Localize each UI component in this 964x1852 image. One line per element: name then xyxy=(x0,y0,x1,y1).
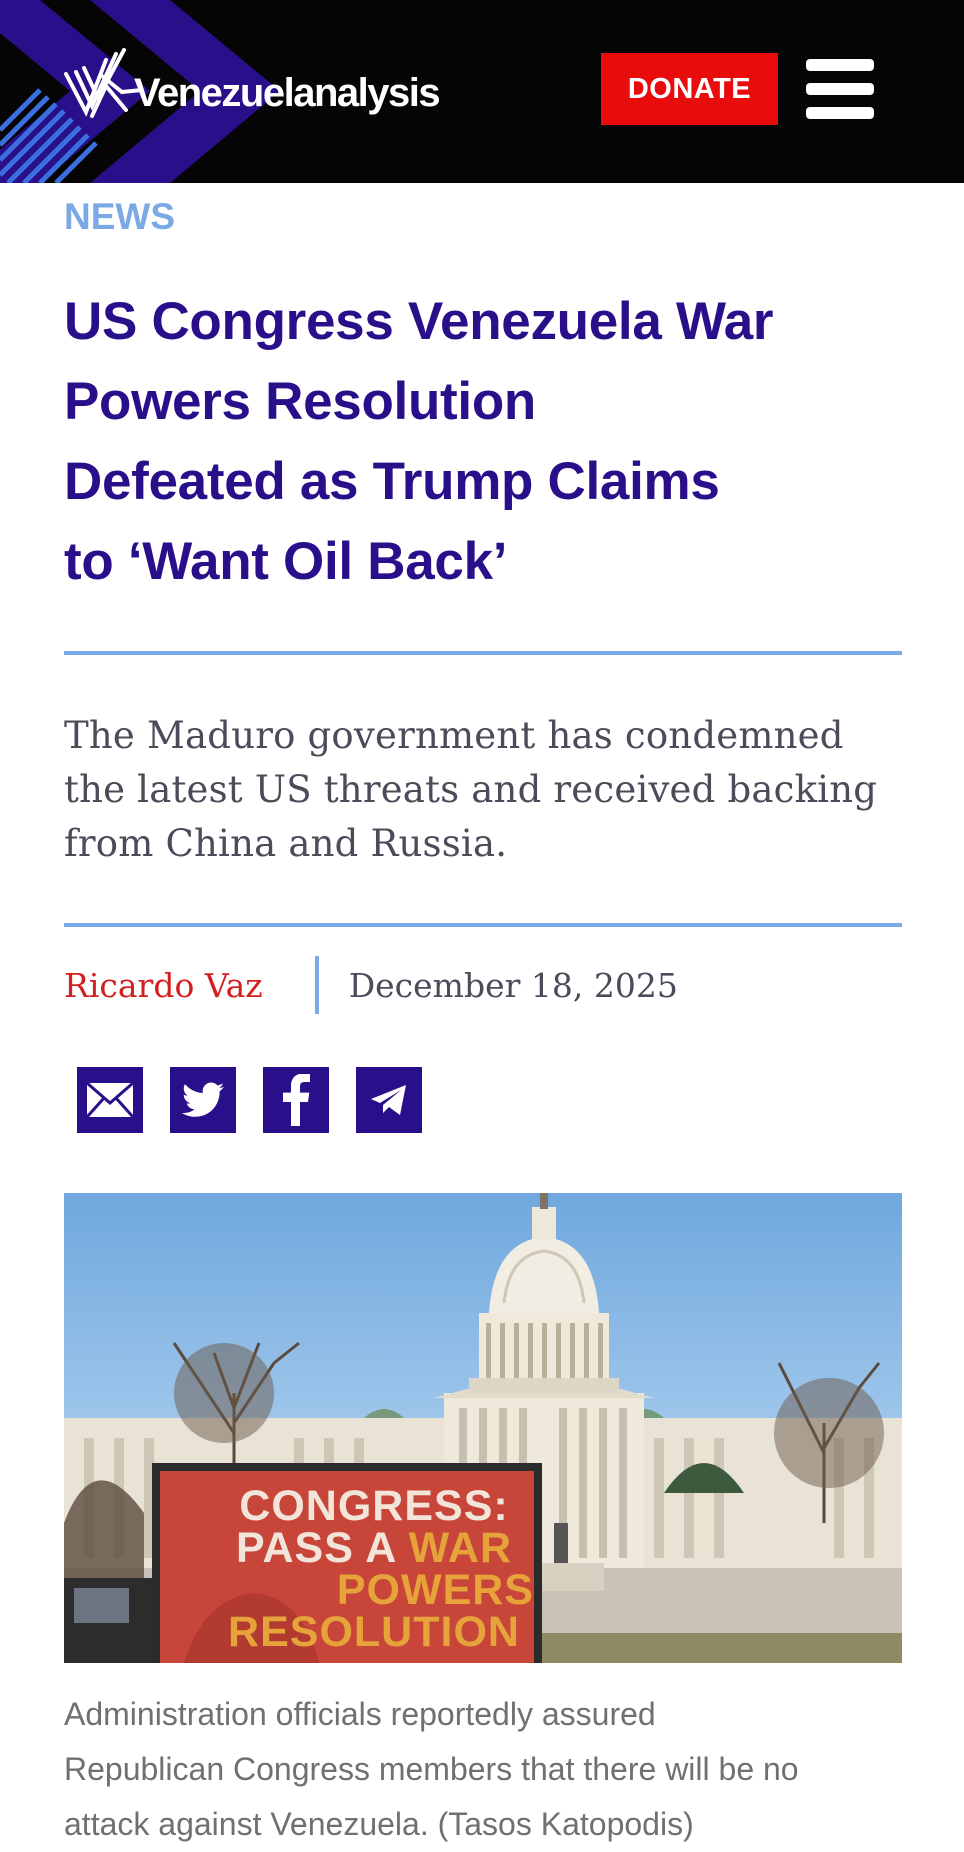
divider xyxy=(64,923,902,927)
article-headline: US Congress Venezuela War Powers Resolut… xyxy=(64,282,924,602)
twitter-share-button[interactable] xyxy=(170,1067,236,1133)
byline: Ricardo Vaz December 18, 2025 xyxy=(64,955,678,1015)
article-summary: The Maduro government has condemned the … xyxy=(64,709,914,871)
photo-caption: Administration officials reportedly assu… xyxy=(64,1687,914,1852)
site-header: Venezuelanalysis DONATE xyxy=(0,0,964,183)
author-link[interactable]: Ricardo Vaz xyxy=(64,966,263,1005)
menu-icon-bar-bottom xyxy=(806,107,874,119)
article-photo: CONGRESS: PASS A WAR POWERS RESOLUTION xyxy=(64,1193,902,1663)
facebook-share-button[interactable] xyxy=(263,1067,329,1133)
headline-line: US Congress Venezuela War xyxy=(64,292,774,351)
headline-line: Defeated as Trump Claims xyxy=(64,452,720,511)
headline-line: to ‘Want Oil Back’ xyxy=(64,532,508,591)
logo-mark-icon xyxy=(64,48,142,118)
facebook-icon xyxy=(283,1074,310,1126)
billboard-line: CONGRESS: xyxy=(239,1482,509,1530)
billboard-text: CONGRESS: PASS A WAR POWERS RESOLUTION xyxy=(214,1482,534,1656)
menu-icon[interactable] xyxy=(806,59,874,119)
billboard-line: RESOLUTION xyxy=(228,1608,520,1656)
share-buttons xyxy=(77,1067,422,1133)
divider xyxy=(64,651,902,655)
summary-line: the latest US threats and received backi… xyxy=(64,768,878,811)
donate-button[interactable]: DONATE xyxy=(601,53,778,125)
email-share-button[interactable] xyxy=(77,1067,143,1133)
billboard-line: PASS A WAR xyxy=(214,1524,534,1572)
twitter-icon xyxy=(182,1082,224,1117)
site-logo[interactable]: Venezuelanalysis xyxy=(62,46,441,136)
caption-line: Administration officials reportedly assu… xyxy=(64,1696,656,1732)
summary-line: from China and Russia. xyxy=(64,822,508,865)
telegram-icon xyxy=(371,1085,406,1115)
caption-line: attack against Venezuela. (Tasos Katopod… xyxy=(64,1806,694,1842)
menu-icon-bar-middle xyxy=(806,83,874,95)
menu-icon-bar-top xyxy=(806,59,874,71)
billboard-word: PASS A xyxy=(236,1524,409,1572)
email-icon xyxy=(85,1081,135,1119)
summary-line: The Maduro government has condemned xyxy=(64,714,844,757)
byline-separator xyxy=(314,956,319,1014)
publish-date: December 18, 2025 xyxy=(348,965,678,1005)
headline-line: Powers Resolution xyxy=(64,372,536,431)
telegram-share-button[interactable] xyxy=(356,1067,422,1133)
category-label[interactable]: NEWS xyxy=(64,196,175,238)
billboard-line: POWERS xyxy=(336,1566,534,1614)
billboard-word: WAR xyxy=(408,1524,512,1572)
site-brand-name: Venezuelanalysis xyxy=(134,70,441,115)
caption-line: Republican Congress members that there w… xyxy=(64,1751,799,1787)
